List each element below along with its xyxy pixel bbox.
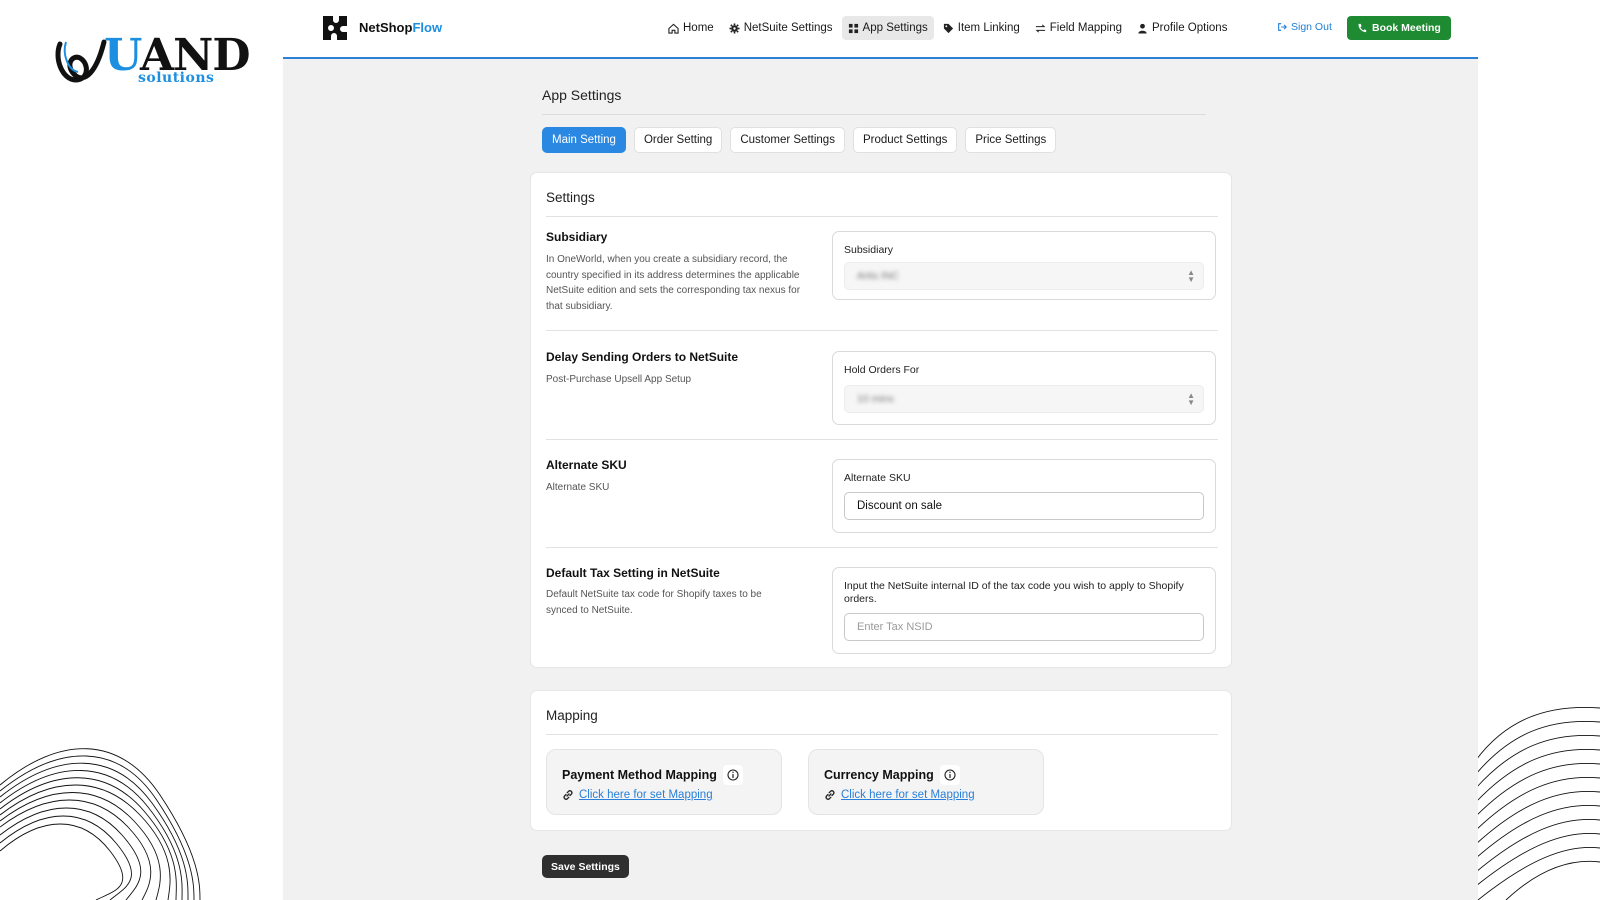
settings-card: Settings Subsidiary In OneWorld, when yo… [530, 172, 1232, 668]
nav-item-linking[interactable]: Item Linking [937, 16, 1026, 40]
save-settings-button[interactable]: Save Settings [542, 855, 629, 878]
user-icon [1138, 23, 1147, 34]
brand-subtitle: solutions [138, 70, 215, 86]
logo-wordmark: NetShopFlow [359, 19, 443, 35]
arrows-icon [1035, 23, 1046, 33]
tab-order-setting[interactable]: Order Setting [633, 127, 723, 153]
alternate-sku-field-box: Alternate SKU Discount on sale [832, 459, 1216, 533]
main-nav: Home NetSuite Settings App Settings Item… [662, 16, 1233, 40]
currency-mapping-title: Currency Mapping [824, 765, 960, 785]
currency-mapping-link-row: Click here for set Mapping [824, 789, 975, 801]
currency-mapping-box: Currency Mapping Click here for set Mapp… [808, 749, 1044, 815]
tax-nsid-field-box: Input the NetSuite internal ID of the ta… [832, 567, 1216, 654]
sign-out-icon [1278, 23, 1287, 31]
tab-price-settings[interactable]: Price Settings [965, 127, 1057, 153]
delay-orders-label: Delay Sending Orders to NetSuite [546, 350, 739, 364]
puzzle-logo-icon [323, 16, 347, 40]
netshopflow-logo[interactable]: NetShopFlow [319, 10, 442, 44]
alternate-sku-label: Alternate SKU [546, 458, 627, 472]
row-divider [546, 547, 1218, 548]
info-icon[interactable] [722, 765, 743, 785]
nav-field-mapping[interactable]: Field Mapping [1029, 16, 1128, 40]
card-divider [546, 734, 1218, 735]
subsidiary-selected-value: Artis INC [857, 270, 899, 282]
nav-profile-options[interactable]: Profile Options [1131, 16, 1233, 40]
payment-method-mapping-title: Payment Method Mapping [562, 765, 743, 785]
title-divider [542, 114, 1206, 115]
app-window: NetShopFlow Home NetSuite Settings App S… [283, 0, 1478, 900]
payment-set-mapping-link[interactable]: Click here for set Mapping [579, 789, 713, 801]
payment-method-mapping-box: Payment Method Mapping Click here for se… [546, 749, 782, 815]
decorative-wave-right [1476, 706, 1600, 900]
card-divider [546, 216, 1218, 217]
subsidiary-label: Subsidiary [546, 230, 608, 244]
info-icon[interactable] [939, 765, 960, 785]
subsidiary-field-box: Subsidiary Artis INC ▲ ▼ [832, 231, 1216, 300]
hold-orders-selected-value: 10 mins [857, 393, 894, 405]
home-icon [668, 23, 679, 34]
mapping-card-title: Mapping [546, 708, 598, 723]
hold-orders-field-label: Hold Orders For [844, 364, 920, 376]
default-tax-label: Default Tax Setting in NetSuite [546, 566, 720, 580]
swirl-logo-icon [55, 39, 107, 83]
currency-set-mapping-link[interactable]: Click here for set Mapping [841, 789, 975, 801]
delay-orders-description: Post-Purchase Upsell App Setup [546, 374, 692, 385]
gear-icon [729, 22, 740, 34]
book-meeting-button[interactable]: Book Meeting [1347, 16, 1451, 40]
decorative-wave-left [0, 748, 201, 900]
tab-main-setting[interactable]: Main Setting [542, 127, 626, 153]
hold-orders-select[interactable]: 10 mins ▲ ▼ [844, 385, 1204, 413]
link-icon [563, 790, 573, 800]
grid-icon [848, 23, 858, 33]
row-divider [546, 330, 1218, 331]
nav-netsuite-settings[interactable]: NetSuite Settings [723, 16, 839, 40]
row-divider [546, 439, 1218, 440]
nav-app-settings[interactable]: App Settings [841, 16, 934, 40]
phone-icon [1358, 23, 1367, 33]
hold-orders-field-box: Hold Orders For 10 mins ▲ ▼ [832, 351, 1216, 425]
subsidiary-description: In OneWorld, when you create a subsidiar… [546, 254, 801, 312]
tag-icon [943, 23, 953, 33]
mapping-card: Mapping Payment Method Mapping Click her… [530, 690, 1232, 831]
uand-brand-logo: UAND solutions [54, 30, 251, 90]
page-title: App Settings [542, 87, 622, 103]
alternate-sku-field-label: Alternate SKU [844, 472, 911, 484]
sign-out-link[interactable]: Sign Out [1277, 21, 1332, 33]
subsidiary-select[interactable]: Artis INC ▲ ▼ [844, 262, 1204, 290]
default-tax-description: Default NetSuite tax code for Shopify ta… [546, 589, 762, 616]
tab-customer-settings[interactable]: Customer Settings [730, 127, 845, 153]
settings-tabs: Main Setting Order Setting Customer Sett… [542, 127, 1057, 153]
payment-mapping-link-row: Click here for set Mapping [562, 789, 713, 801]
tab-product-settings[interactable]: Product Settings [852, 127, 958, 153]
nav-home[interactable]: Home [662, 16, 720, 40]
top-navbar: NetShopFlow Home NetSuite Settings App S… [283, 0, 1478, 59]
alternate-sku-input[interactable]: Discount on sale [844, 492, 1204, 520]
settings-card-title: Settings [546, 190, 595, 205]
select-arrows-icon: ▲ ▼ [1187, 391, 1195, 407]
link-icon [825, 790, 835, 800]
alternate-sku-description: Alternate SKU [546, 482, 610, 493]
tax-nsid-field-label: Input the NetSuite internal ID of the ta… [844, 580, 1184, 605]
tax-nsid-input[interactable]: Enter Tax NSID [844, 613, 1204, 641]
select-arrows-icon: ▲ ▼ [1187, 268, 1195, 284]
subsidiary-field-label: Subsidiary [844, 244, 894, 256]
